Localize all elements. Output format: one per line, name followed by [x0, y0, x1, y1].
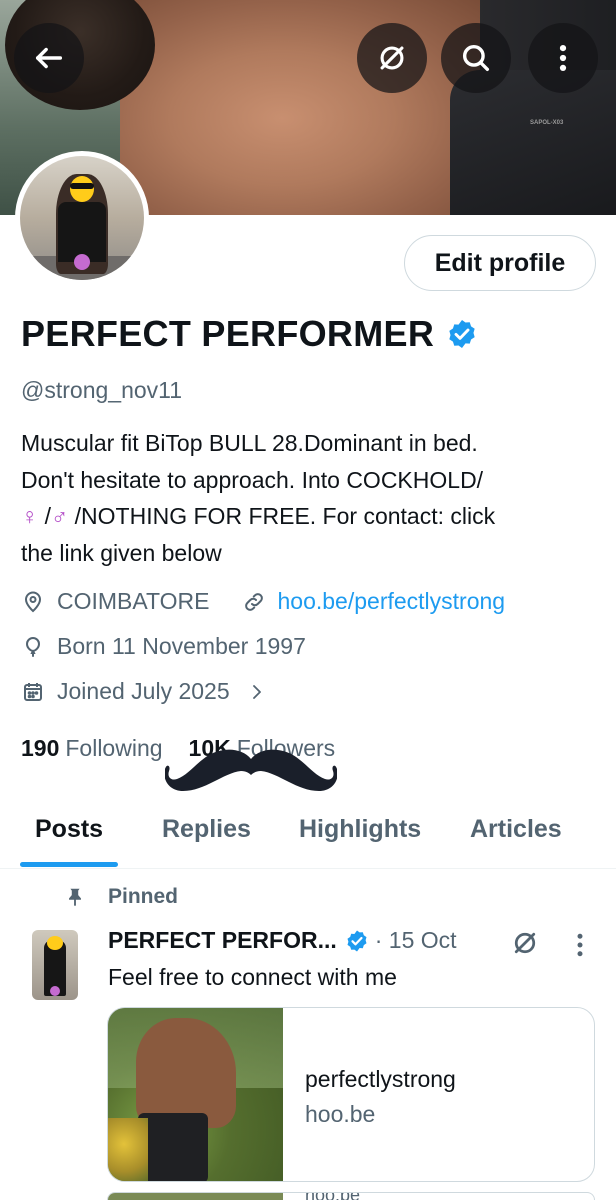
link-card-image — [108, 1008, 283, 1181]
tweet-header: PERFECT PERFOR... · 15 Oct — [108, 927, 457, 954]
search-button[interactable] — [441, 23, 511, 93]
verified-badge-icon[interactable] — [446, 318, 478, 350]
mustache-sticker — [165, 749, 337, 791]
tab-replies[interactable]: Replies — [162, 815, 251, 844]
next-card-text: hoo.be — [305, 1193, 360, 1200]
pinned-label-row: Pinned — [64, 885, 178, 909]
back-button[interactable] — [14, 23, 84, 93]
bio-line-rest: /NOTHING FOR FREE. For contact: click — [68, 503, 496, 529]
pinned-label: Pinned — [108, 885, 179, 908]
born-text: Born 11 November 1997 — [57, 633, 306, 659]
slashed-circle-icon[interactable] — [510, 928, 540, 958]
link-icon — [244, 592, 263, 611]
location-row: COIMBATORE hoo.be/perfectlystrong — [21, 588, 505, 615]
tweet-author-avatar[interactable] — [32, 930, 78, 1000]
tab-posts[interactable]: Posts — [35, 815, 103, 844]
tweet-author-name[interactable]: PERFECT PERFOR... — [108, 927, 337, 954]
bio-slash: / — [38, 503, 52, 529]
more-options-button[interactable] — [528, 23, 598, 93]
search-icon — [462, 44, 490, 72]
chevron-right-icon[interactable] — [248, 683, 266, 701]
link-card[interactable]: perfectlystrong hoo.be — [107, 1007, 595, 1182]
joined-text: Joined July 2025 — [57, 678, 230, 704]
balloon-icon — [25, 636, 41, 657]
active-tab-indicator — [20, 862, 118, 867]
tab-highlights[interactable]: Highlights — [299, 815, 421, 844]
profile-tabs: Posts Replies Highlights Articles — [0, 805, 616, 869]
male-symbol: ♂ — [51, 503, 69, 529]
banner-shorts-label: SAPOL-X03 — [530, 120, 564, 126]
display-name: PERFECT PERFORMER — [21, 313, 435, 354]
following-label: Following — [65, 735, 163, 761]
bio-line: the link given below — [21, 539, 222, 566]
avatar-photo — [20, 156, 144, 280]
profile-bio: Muscular fit BiTop BULL 28.Dominant in b… — [21, 425, 601, 571]
following-link[interactable]: 190 Following — [21, 735, 163, 762]
next-card-image — [108, 1193, 283, 1200]
born-row: Born 11 November 1997 — [21, 633, 306, 660]
calendar-icon — [24, 682, 42, 701]
edit-profile-button[interactable]: Edit profile — [404, 235, 596, 291]
verified-badge-icon — [345, 929, 369, 953]
bio-line: ♀ /♂ /NOTHING FOR FREE. For contact: cli… — [21, 498, 601, 535]
display-name-row: PERFECT PERFORMER — [21, 313, 478, 355]
profile-handle: @strong_nov11 — [21, 377, 183, 403]
grok-button[interactable] — [357, 23, 427, 93]
following-count: 190 — [21, 735, 60, 761]
tab-articles[interactable]: Articles — [470, 815, 562, 844]
profile-avatar[interactable] — [15, 151, 149, 285]
banner-photo-back — [120, 0, 480, 215]
link-card-domain: hoo.be — [305, 1101, 376, 1127]
bio-line: Muscular fit BiTop BULL 28.Dominant in b… — [21, 430, 478, 456]
joined-row[interactable]: Joined July 2025 — [21, 678, 266, 705]
tweet-text: Feel free to connect with me — [108, 964, 397, 990]
slashed-circle-icon — [380, 46, 404, 70]
location-pin-icon — [24, 591, 42, 612]
pin-icon — [69, 888, 81, 907]
more-vertical-icon[interactable] — [572, 930, 588, 960]
website-url[interactable]: hoo.be/perfectlystrong — [278, 588, 506, 615]
female-symbol: ♀ — [21, 503, 39, 529]
link-card-title: perfectlystrong — [305, 1066, 456, 1092]
arrow-left-icon — [35, 47, 63, 69]
location-text: COIMBATORE — [57, 588, 210, 614]
bio-line: Don't hesitate to approach. Into COCKHOL… — [21, 466, 484, 493]
next-card-peek[interactable]: hoo.be — [107, 1192, 595, 1200]
more-vertical-icon — [559, 44, 567, 72]
tweet-date[interactable]: · 15 Oct — [375, 927, 457, 954]
website-link[interactable]: hoo.be/perfectlystrong — [242, 588, 506, 615]
